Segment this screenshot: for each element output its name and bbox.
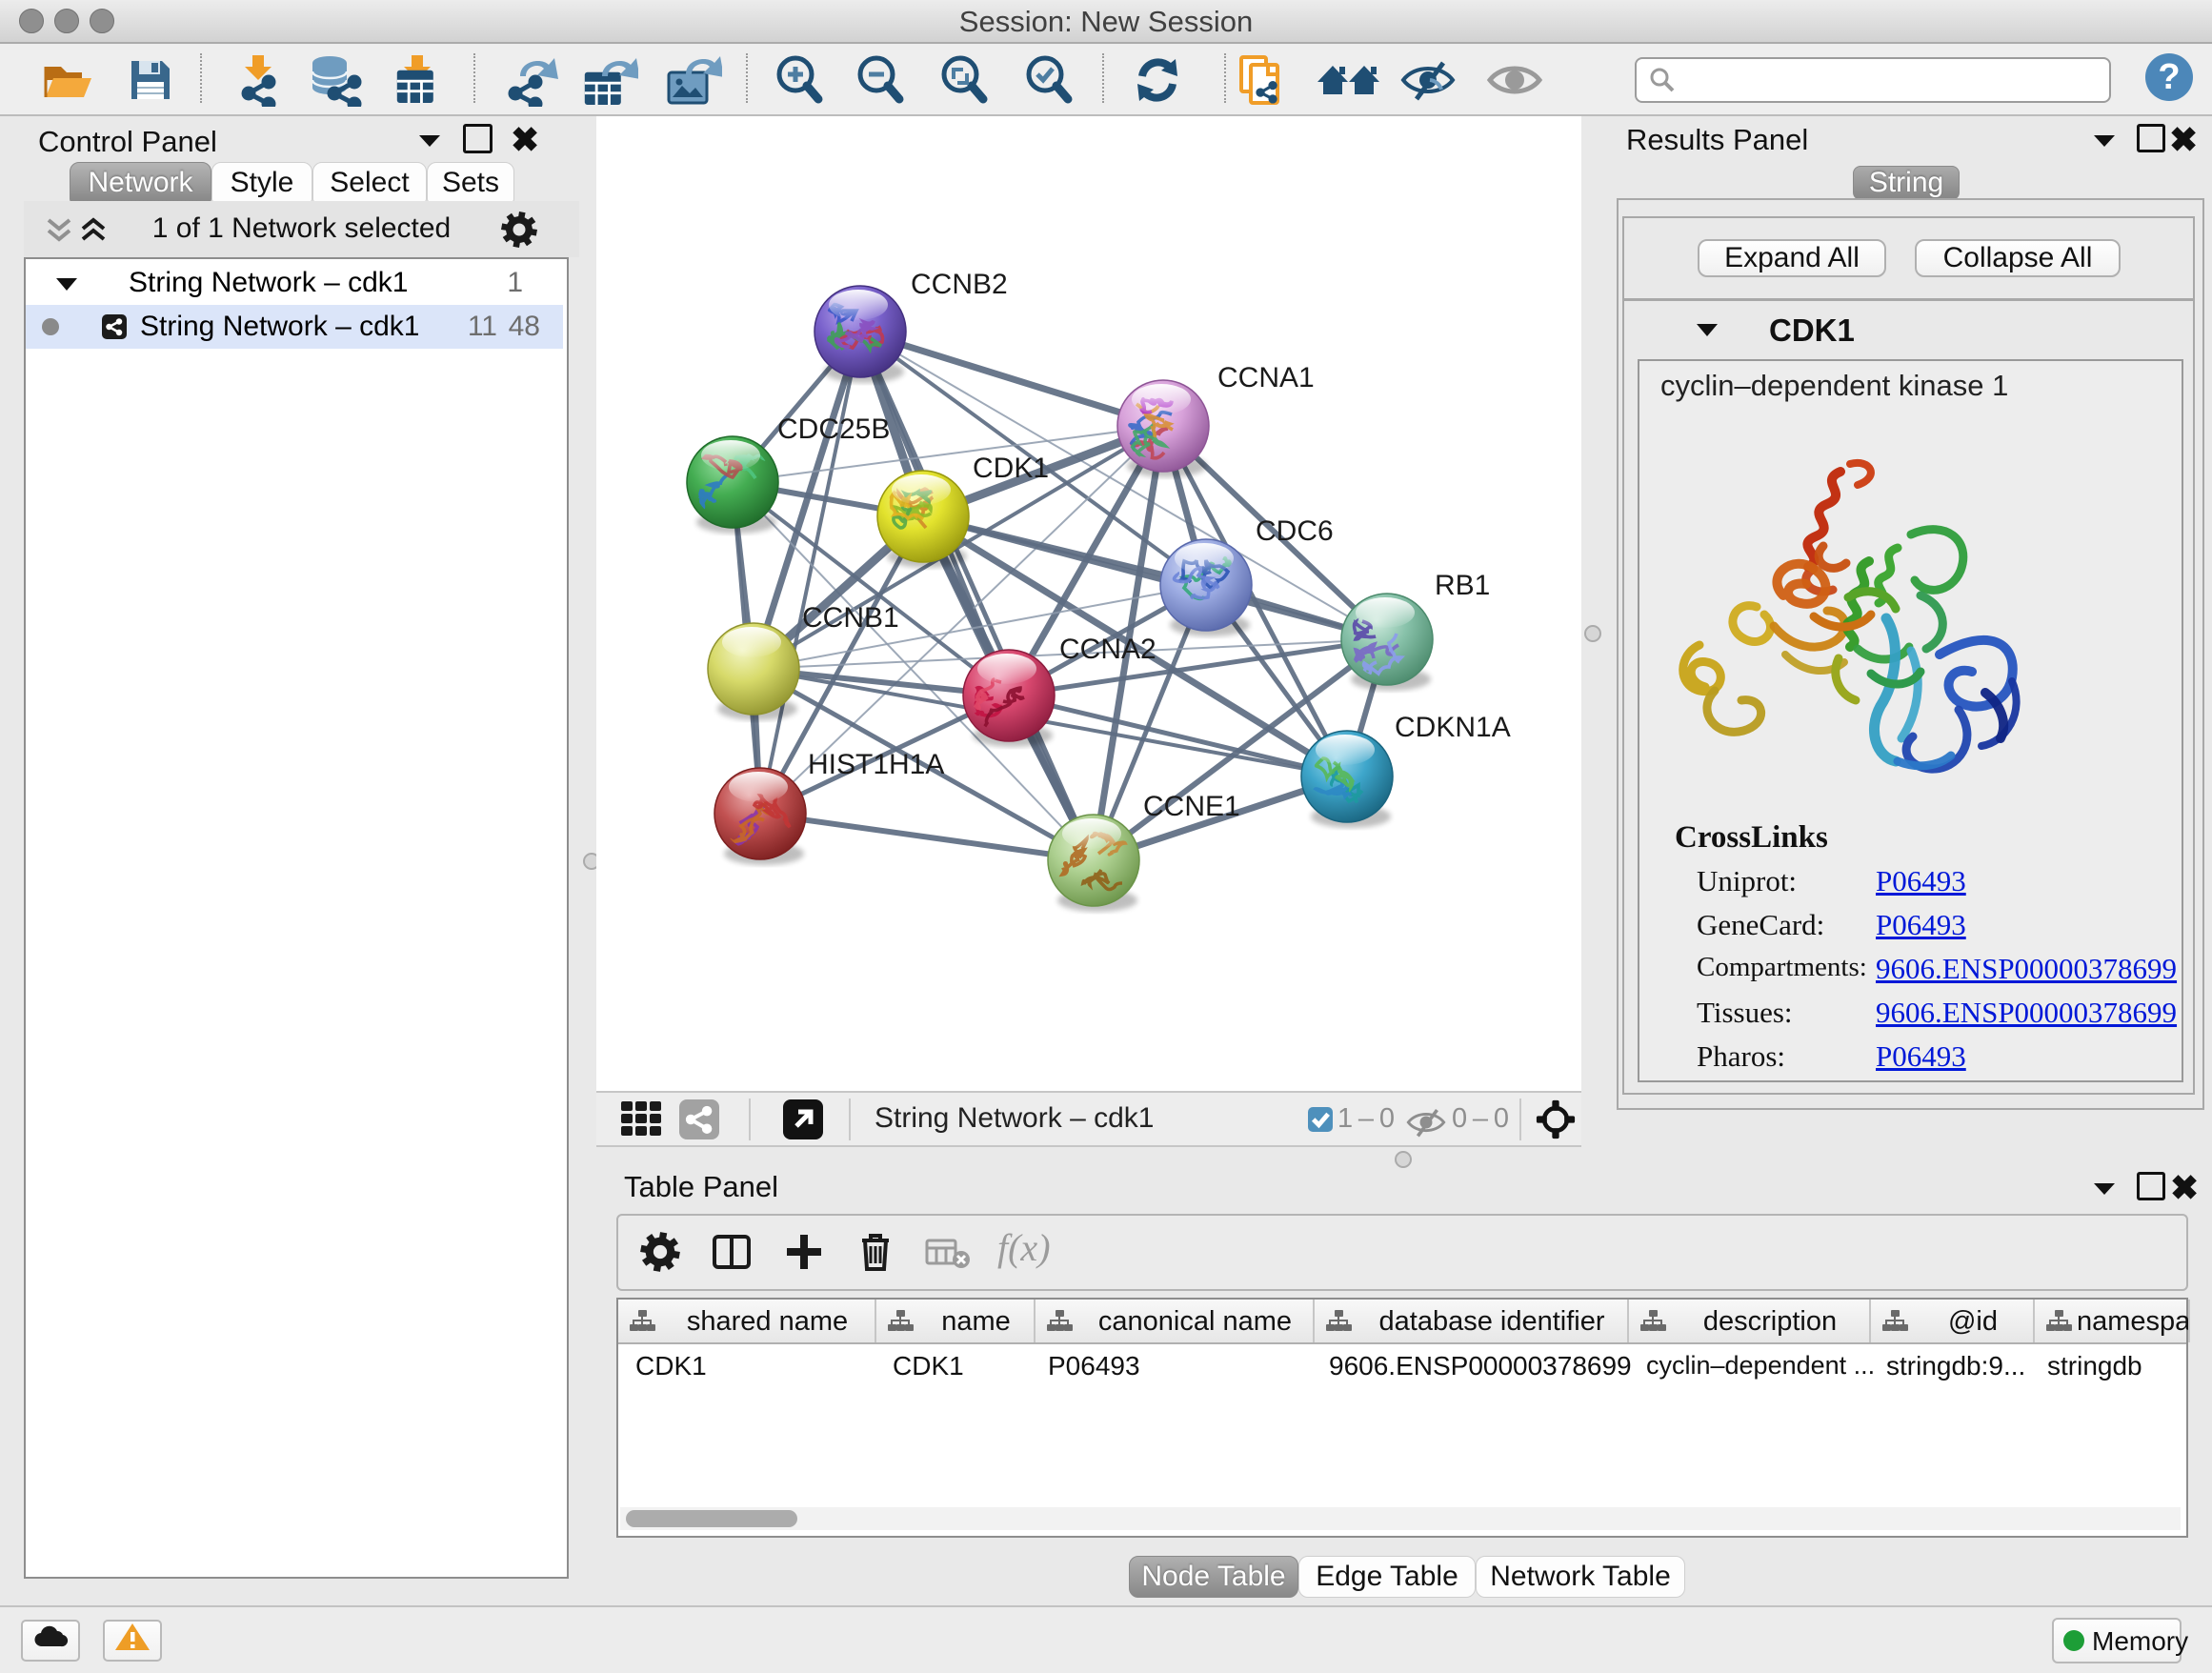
svg-text:CCNA2: CCNA2 <box>1059 634 1156 665</box>
svg-text:HIST1H1A: HIST1H1A <box>808 749 944 780</box>
svg-text:CDKN1A: CDKN1A <box>1395 712 1511 743</box>
svg-text:RB1: RB1 <box>1435 570 1490 601</box>
svg-text:CCNB1: CCNB1 <box>802 602 899 634</box>
svg-text:CDK1: CDK1 <box>973 453 1049 484</box>
svg-text:CDC25B: CDC25B <box>777 413 890 445</box>
svg-text:CCNA1: CCNA1 <box>1217 362 1315 393</box>
svg-text:CCNE1: CCNE1 <box>1143 791 1240 822</box>
svg-text:CCNB2: CCNB2 <box>911 269 1008 300</box>
svg-text:CDC6: CDC6 <box>1256 515 1334 547</box>
